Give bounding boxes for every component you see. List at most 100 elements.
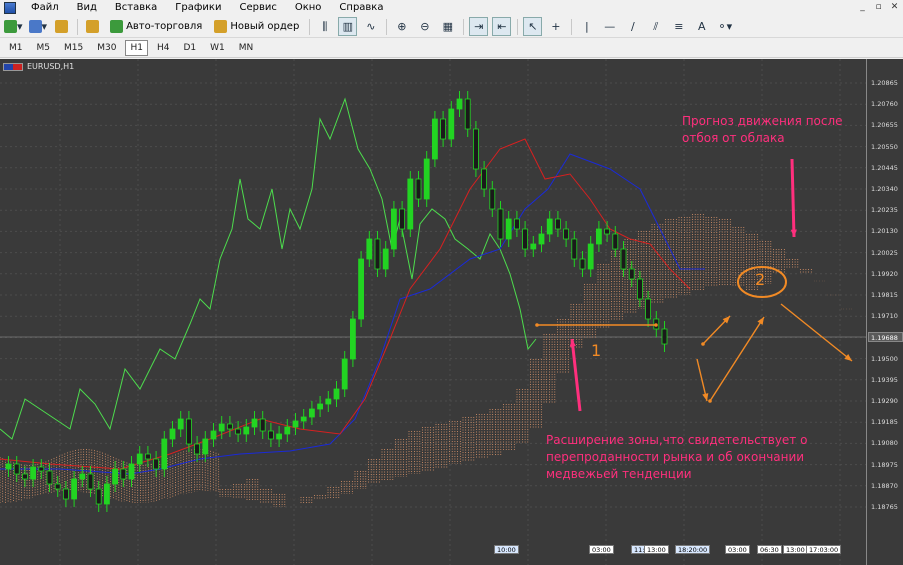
candle-body	[530, 243, 537, 250]
profiles-button[interactable]: ▾	[28, 17, 49, 36]
zoom-out-button[interactable]: ⊖	[415, 17, 434, 36]
tf-mn[interactable]: MN	[234, 40, 259, 56]
restore-icon[interactable]: ▫	[872, 2, 885, 13]
tf-m15[interactable]: M15	[59, 40, 88, 56]
candle-body	[267, 430, 274, 440]
price-level-label: 1.19710	[871, 312, 898, 321]
candle-body	[620, 248, 627, 270]
tf-m5[interactable]: M5	[32, 40, 56, 56]
candle-body	[472, 128, 479, 170]
fibonacci-button[interactable]: ≡	[669, 17, 688, 36]
candle-body	[46, 470, 53, 485]
terminal-window: Файл Вид Вставка Графики Сервис Окно Спр…	[0, 0, 903, 565]
chart-shift-button[interactable]: ⇤	[492, 17, 512, 36]
candle-body	[21, 473, 28, 480]
channel-button[interactable]: ⫽	[646, 17, 665, 36]
candle-body	[210, 430, 217, 440]
candle-body	[243, 426, 250, 435]
line-chart-button[interactable]: ∿	[361, 17, 380, 36]
autotrade-icon	[110, 20, 124, 33]
tf-h4[interactable]: H4	[152, 40, 175, 56]
shapes-button[interactable]: ⚬▾	[715, 17, 734, 36]
metaeditor-button[interactable]	[83, 17, 102, 36]
price-axis[interactable]: 1.20865 1.20760 1.20655 1.20550 1.20445 1.203…	[866, 59, 903, 565]
tf-h1[interactable]: H1	[125, 39, 148, 56]
candle-body	[333, 388, 340, 400]
chart-window[interactable]: EURUSD,H1 1.20865 1.20760 1.20655 1.20550 1.…	[0, 59, 903, 565]
vertical-line-button[interactable]: |	[577, 17, 596, 36]
text-button[interactable]: A	[692, 17, 711, 36]
new-chart-icon	[4, 20, 17, 33]
tf-d1[interactable]: D1	[178, 40, 201, 56]
candle-body	[563, 228, 569, 240]
candlestick-button[interactable]: ▥	[338, 17, 358, 36]
candle-body	[399, 208, 406, 230]
price-level-label: 1.18765	[871, 503, 898, 511]
candle-body	[481, 168, 488, 190]
time-axis-tag: 06:30	[757, 545, 782, 554]
tf-m1[interactable]: M1	[4, 40, 28, 56]
price-level-label: 1.20655	[871, 121, 898, 130]
candle-body	[366, 238, 373, 260]
menu-help[interactable]: Справка	[330, 0, 392, 16]
candle-body	[431, 118, 438, 160]
tf-m30[interactable]: M30	[92, 40, 121, 56]
menu-insert[interactable]: Вставка	[106, 0, 166, 16]
candle-body	[415, 178, 422, 200]
tile-windows-button[interactable]: ▦	[438, 17, 457, 36]
tf-w1[interactable]: W1	[205, 40, 230, 56]
candle-body	[587, 243, 594, 270]
price-level-label: 1.19185	[871, 418, 898, 427]
menu-view[interactable]: Вид	[68, 0, 106, 16]
autoscroll-button[interactable]: ⇥	[469, 17, 489, 36]
candle-body	[300, 416, 307, 422]
candle-body	[604, 228, 610, 235]
candle-body	[63, 488, 69, 500]
close-icon[interactable]: ✕	[888, 2, 901, 13]
candle-body	[308, 408, 315, 418]
candle-body	[95, 488, 102, 505]
candle-body	[448, 108, 455, 140]
market-watch-button[interactable]	[52, 17, 71, 36]
autotrade-button[interactable]: Авто-торговля	[106, 17, 206, 36]
candle-body	[596, 228, 602, 245]
candle-body	[555, 218, 561, 230]
candle-body	[341, 358, 348, 390]
new-order-button[interactable]: Новый ордер	[210, 17, 303, 36]
candle-body	[546, 218, 553, 235]
menu-window[interactable]: Окно	[286, 0, 331, 16]
crosshair-button[interactable]: +	[546, 17, 565, 36]
expansion-annotation: Расширение зоны,что свидетельствует о пе…	[546, 433, 808, 481]
bar-chart-button[interactable]: ⫼	[315, 17, 334, 36]
zoom-in-button[interactable]: ⊕	[392, 17, 411, 36]
trendline-button[interactable]: ∕	[623, 17, 642, 36]
candle-body	[13, 463, 20, 475]
new-chart-button[interactable]: ▾	[3, 17, 24, 36]
menu-file[interactable]: Файл	[22, 0, 68, 16]
price-level-label: 1.19080	[871, 439, 898, 448]
price-level-label: 1.19290	[871, 397, 898, 405]
cursor-button[interactable]: ↖	[523, 17, 543, 36]
price-level-label: 1.18870	[871, 481, 898, 490]
toolbar-separator	[77, 18, 79, 35]
price-level-label: 1.20235	[871, 206, 898, 215]
candle-body	[54, 483, 61, 490]
support-level-dot	[654, 323, 658, 327]
candle-body	[612, 233, 619, 250]
horizontal-line-button[interactable]: —	[600, 17, 619, 36]
price-level-label: 1.19815	[871, 291, 898, 299]
toolbar-separator	[571, 18, 573, 35]
forecast-arrow-up2-head	[757, 317, 764, 325]
candle-body	[120, 468, 127, 480]
candle-body	[407, 178, 414, 230]
menu-charts[interactable]: Графики	[166, 0, 230, 16]
candle-body	[464, 98, 471, 130]
candle-body	[645, 298, 651, 320]
toolbar: ▾ ▾ Авто-торговля Новый ордер ⫼ ▥ ∿ ⊕ ⊖ …	[0, 16, 903, 49]
toolbar-separator	[386, 18, 388, 35]
menu-tools[interactable]: Сервис	[230, 0, 285, 16]
candle-body	[104, 483, 110, 505]
candle-body	[390, 208, 397, 250]
candle-body	[194, 443, 201, 455]
minimize-icon[interactable]: _	[856, 2, 869, 13]
